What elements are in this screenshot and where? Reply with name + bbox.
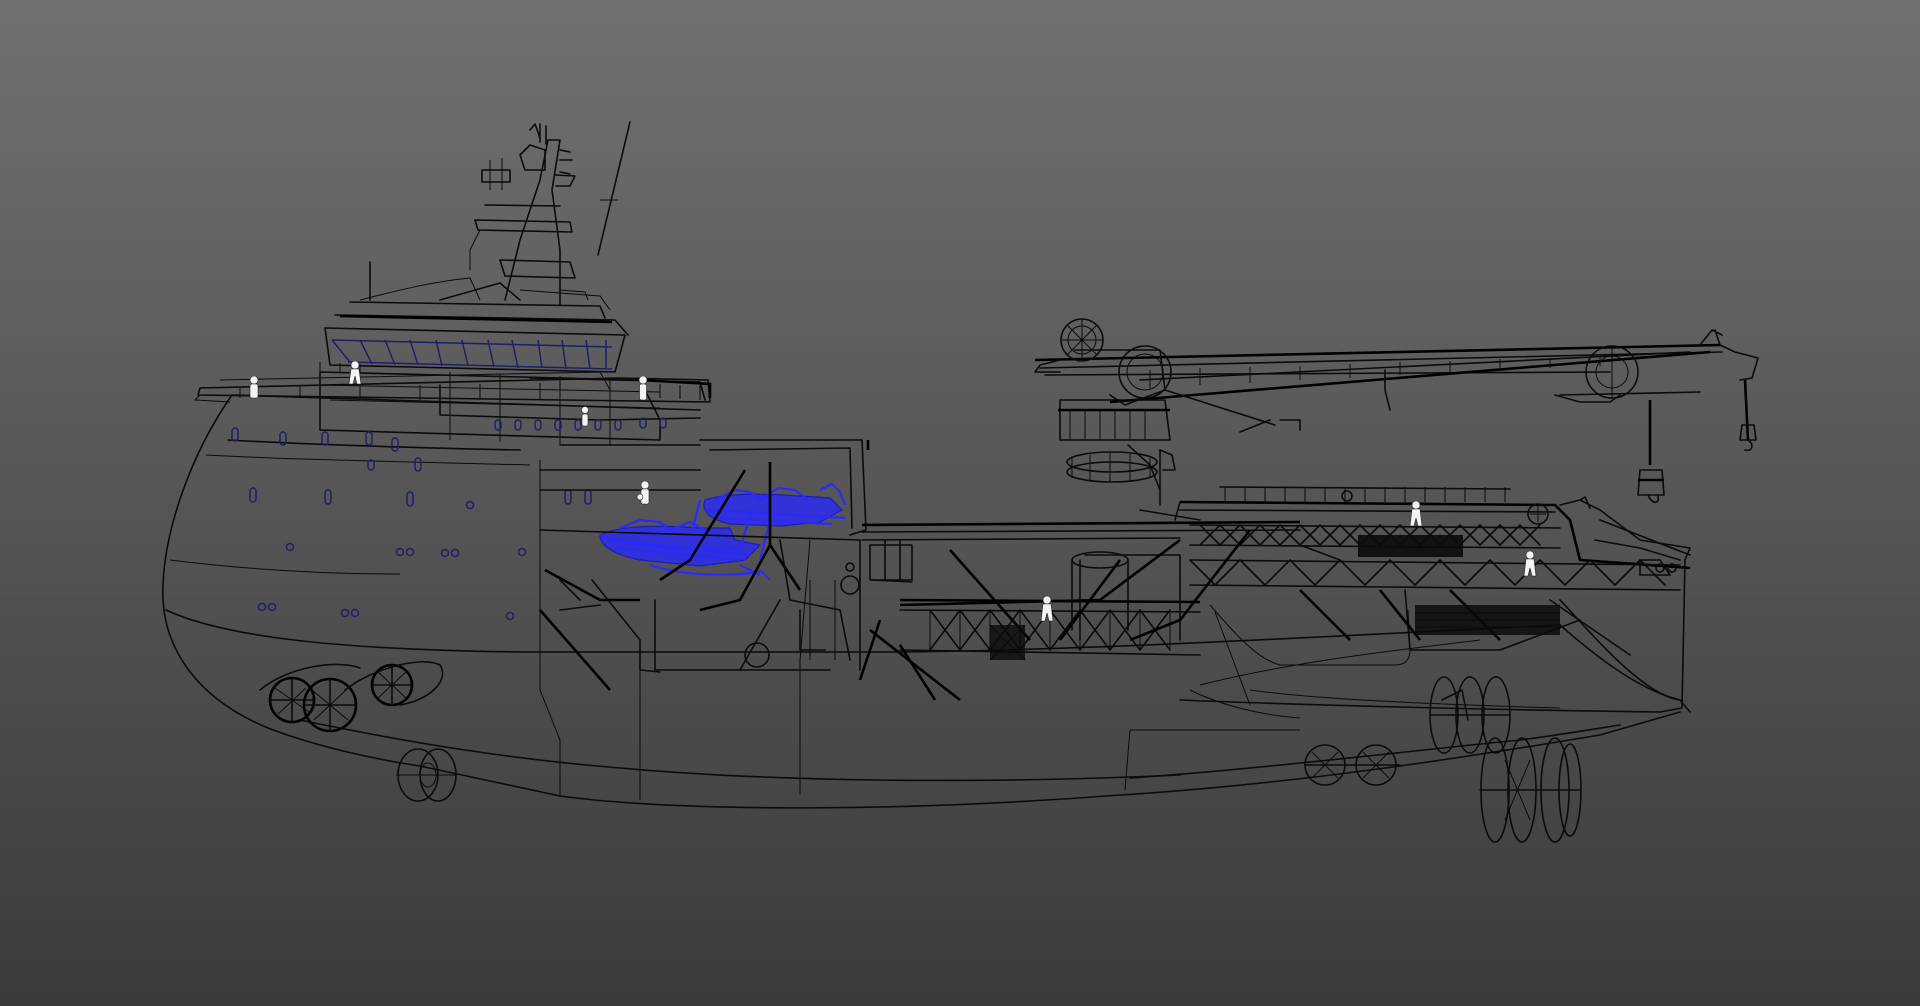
crew-figure [1523,550,1537,577]
crew-figures [249,360,1537,622]
crew-figure [348,360,362,385]
crew-figure [636,493,644,501]
crew-figure [640,480,650,505]
3d-viewport[interactable] [0,0,1920,1006]
crew-figure [1040,595,1054,622]
main-mast[interactable] [369,121,631,311]
offshore-crane[interactable] [1034,318,1759,506]
crew-figure [638,375,648,401]
vessel-wireframe-model[interactable] [0,0,1920,1006]
crew-figure [1409,500,1423,527]
crew-figure [581,406,589,427]
crew-figure [249,375,259,399]
